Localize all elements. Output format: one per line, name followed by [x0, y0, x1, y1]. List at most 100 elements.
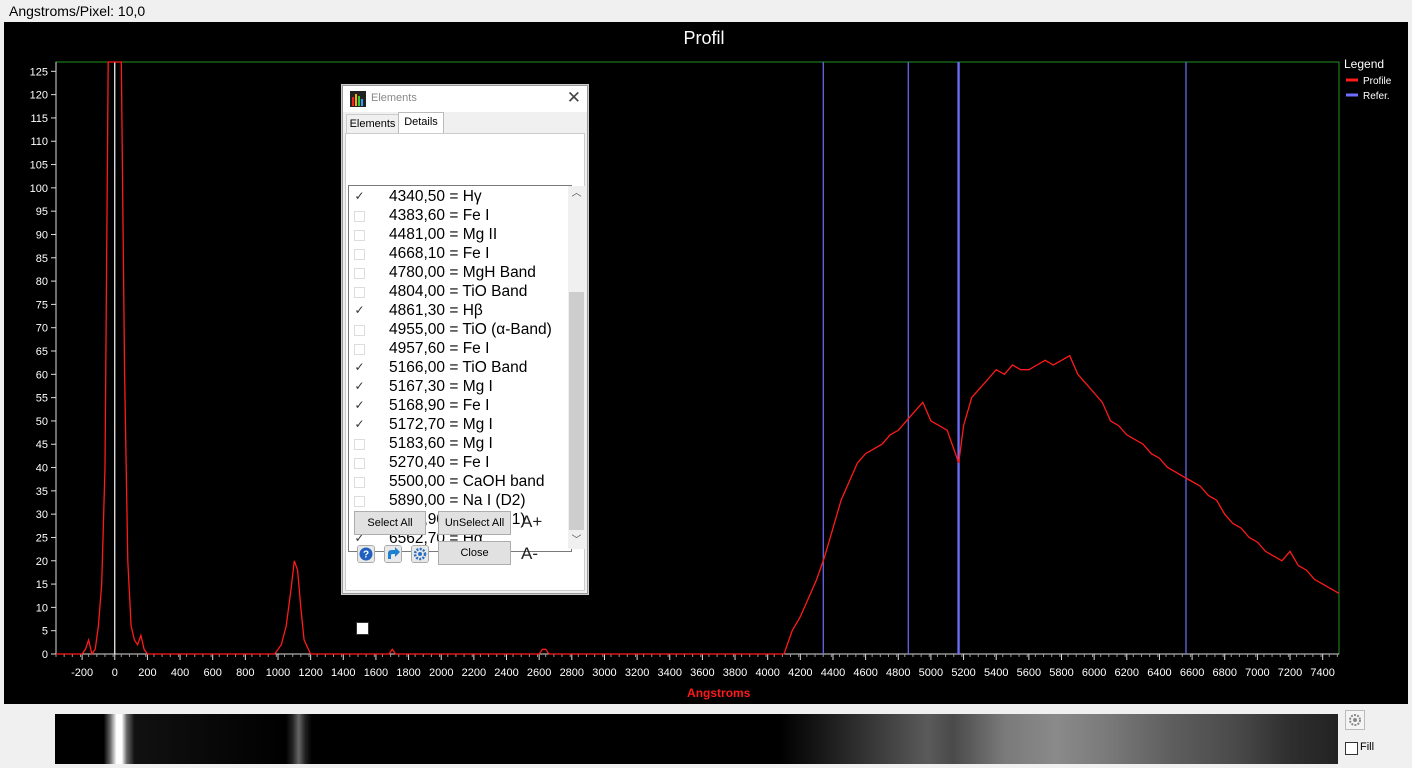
- list-item[interactable]: 4481,00 = Mg II: [349, 226, 569, 245]
- list-item[interactable]: 5500,00 = CaOH band: [349, 473, 569, 492]
- list-item[interactable]: 5890,00 = Na I (D2): [349, 492, 569, 511]
- export-icon[interactable]: [384, 545, 402, 563]
- y-tick-label: 0: [42, 649, 48, 661]
- item-label: 5166,00 = TiO Band: [389, 359, 528, 376]
- item-checkbox[interactable]: [354, 477, 365, 488]
- legend-item-label: Refer.: [1363, 91, 1390, 102]
- item-checkbox[interactable]: [354, 344, 365, 355]
- y-tick-label: 105: [30, 160, 48, 172]
- close-icon[interactable]: ✕: [567, 88, 581, 108]
- show-balmer-checkbox-box[interactable]: [356, 622, 369, 635]
- x-tick-label: 7200: [1278, 667, 1302, 679]
- strip-settings-button[interactable]: [1345, 710, 1365, 730]
- item-checkbox[interactable]: ✓: [354, 304, 365, 316]
- list-item[interactable]: ✓ 5166,00 = TiO Band: [349, 359, 569, 378]
- spectrum-strip: [55, 714, 1338, 764]
- fill-checkbox-box[interactable]: [1345, 742, 1358, 755]
- x-tick-label: 3400: [658, 667, 682, 679]
- list-item[interactable]: 5270,40 = Fe I: [349, 454, 569, 473]
- y-tick-label: 115: [30, 113, 48, 125]
- chart-canvas: Profil 0 5 10 15 20 25 30 35 40 45 50 55 60 65 70 75 80 85…: [30, 28, 1392, 700]
- list-item[interactable]: ✓ 5168,90 = Fe I: [349, 397, 569, 416]
- scroll-thumb[interactable]: [569, 292, 584, 530]
- item-checkbox[interactable]: [354, 230, 365, 241]
- item-checkbox[interactable]: [354, 249, 365, 260]
- item-checkbox[interactable]: ✓: [354, 190, 365, 202]
- x-tick-label: 200: [138, 667, 156, 679]
- x-tick-label: 5200: [951, 667, 975, 679]
- scroll-up-icon[interactable]: ︿: [568, 186, 585, 202]
- item-checkbox[interactable]: [354, 287, 365, 298]
- item-label: 5172,70 = Mg I: [389, 416, 493, 433]
- x-tick-label: 4400: [821, 667, 845, 679]
- select-all-button[interactable]: Select All: [354, 511, 426, 535]
- y-tick-label: 30: [36, 509, 48, 521]
- item-checkbox[interactable]: [354, 458, 365, 469]
- y-tick-label: 80: [36, 276, 48, 288]
- list-item[interactable]: ✓ 4861,30 = Hβ: [349, 302, 569, 321]
- x-tick-label: 0: [112, 667, 118, 679]
- item-checkbox[interactable]: ✓: [354, 418, 365, 430]
- fill-checkbox[interactable]: Fill: [1345, 740, 1405, 756]
- help-icon[interactable]: ?: [357, 545, 375, 563]
- list-item[interactable]: 4668,10 = Fe I: [349, 245, 569, 264]
- item-label: 4955,00 = TiO (α-Band): [389, 321, 552, 338]
- item-label: 4383,60 = Fe I: [389, 207, 490, 224]
- x-tick-label: 5400: [984, 667, 1008, 679]
- x-axis-label: Angstroms: [687, 686, 751, 700]
- list-item[interactable]: 4955,00 = TiO (α-Band): [349, 321, 569, 340]
- y-tick-label: 10: [36, 602, 48, 614]
- item-label: 4481,00 = Mg II: [389, 226, 498, 243]
- legend-title: Legend: [1344, 57, 1384, 71]
- item-checkbox[interactable]: ✓: [354, 380, 365, 392]
- list-item[interactable]: ✓ 5172,70 = Mg I: [349, 416, 569, 435]
- item-checkbox[interactable]: [354, 325, 365, 336]
- item-checkbox[interactable]: [354, 268, 365, 279]
- tab-elements[interactable]: Elements: [346, 114, 399, 134]
- y-tick-label: 100: [30, 183, 48, 195]
- item-label: 5183,60 = Mg I: [389, 435, 493, 452]
- item-label: 4861,30 = Hβ: [389, 302, 483, 319]
- x-tick-label: 6400: [1147, 667, 1171, 679]
- list-item[interactable]: 5183,60 = Mg I: [349, 435, 569, 454]
- dialog-title: Elements: [371, 92, 417, 104]
- y-tick-label: 50: [36, 416, 48, 428]
- list-scrollbar[interactable]: ︿ ﹀: [568, 186, 585, 549]
- item-checkbox[interactable]: ✓: [354, 361, 365, 373]
- legend-item-label: Profile: [1363, 76, 1392, 87]
- app-icon: [350, 91, 366, 107]
- item-label: 4340,50 = Hγ: [389, 188, 482, 205]
- list-item[interactable]: 4780,00 = MgH Band: [349, 264, 569, 283]
- item-checkbox[interactable]: ✓: [354, 399, 365, 411]
- y-tick-label: 15: [36, 579, 48, 591]
- y-tick-label: 55: [36, 393, 48, 405]
- item-checkbox[interactable]: [354, 439, 365, 450]
- dialog-titlebar[interactable]: Elements ✕: [343, 86, 587, 112]
- settings-icon[interactable]: [411, 545, 429, 563]
- list-item[interactable]: ✓ 5167,30 = Mg I: [349, 378, 569, 397]
- list-item[interactable]: 4383,60 = Fe I: [349, 207, 569, 226]
- list-item[interactable]: 4804,00 = TiO Band: [349, 283, 569, 302]
- list-item[interactable]: ✓ 4340,50 = Hγ: [349, 188, 569, 207]
- tab-details[interactable]: Details: [398, 112, 444, 134]
- y-tick-label: 120: [30, 90, 48, 102]
- profile-chart[interactable]: Profil 0 5 10 15 20 25 30 35 40 45 50 55 60 65 70 75 80 85…: [4, 22, 1408, 704]
- font-bigger-button[interactable]: A+: [521, 512, 542, 532]
- y-tick-label: 25: [36, 532, 48, 544]
- x-tick-label: 1600: [364, 667, 388, 679]
- item-label: 5500,00 = CaOH band: [389, 473, 545, 490]
- scroll-down-icon[interactable]: ﹀: [568, 533, 585, 549]
- item-label: 4957,60 = Fe I: [389, 340, 490, 357]
- x-tick-label: 1800: [396, 667, 420, 679]
- x-tick-label: 1200: [298, 667, 322, 679]
- element-list[interactable]: ✓ 4340,50 = Hγ 4383,60 = Fe I 4481,00 = Mg …: [348, 185, 572, 552]
- unselect-all-button[interactable]: UnSelect All: [438, 511, 511, 535]
- item-checkbox[interactable]: [354, 211, 365, 222]
- y-tick-label: 65: [36, 346, 48, 358]
- font-smaller-button[interactable]: A-: [521, 544, 538, 564]
- list-item[interactable]: 4957,60 = Fe I: [349, 340, 569, 359]
- y-tick-label: 70: [36, 323, 48, 335]
- svg-text:?: ?: [363, 550, 369, 561]
- item-checkbox[interactable]: [354, 496, 365, 507]
- close-button[interactable]: Close: [438, 541, 511, 565]
